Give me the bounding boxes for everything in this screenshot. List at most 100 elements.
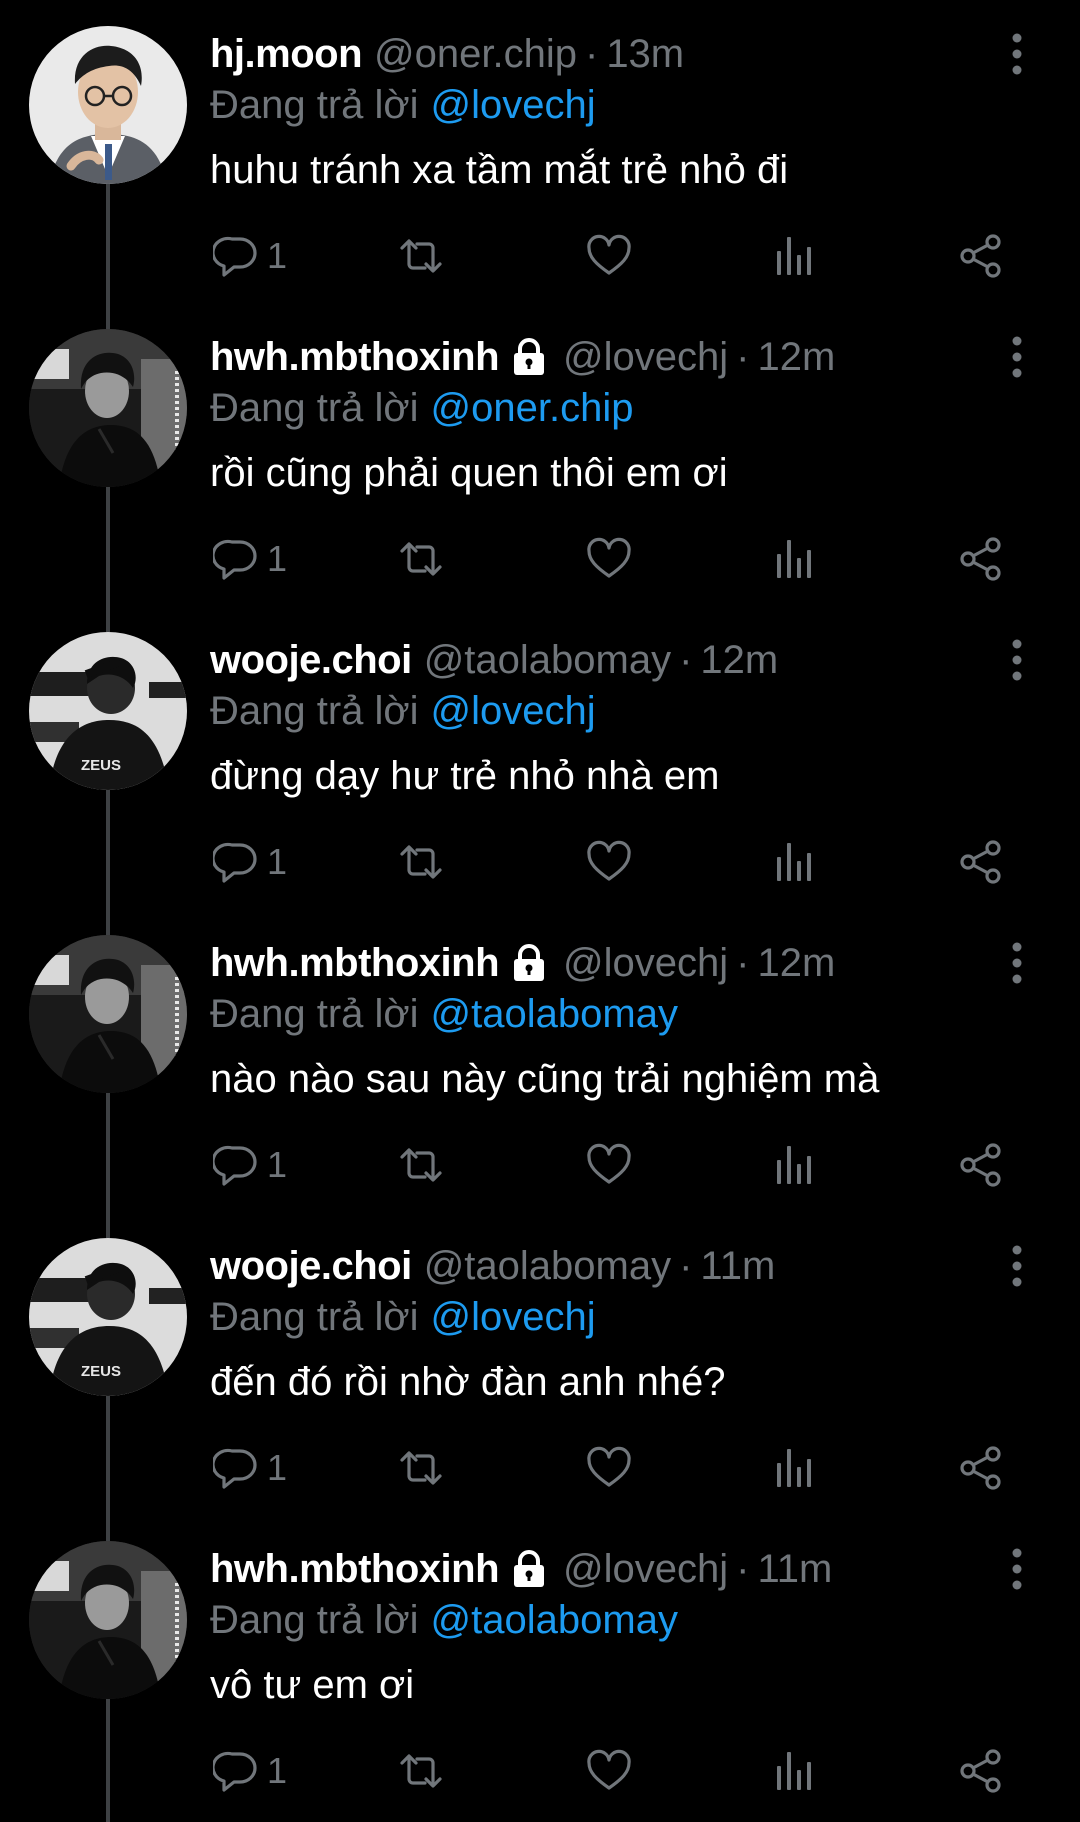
views-button[interactable] [772,1745,818,1797]
views-chart-icon [772,1142,818,1188]
reply-mention-link[interactable]: @taolabomay [431,992,678,1036]
retweet-button[interactable] [398,1442,444,1494]
user-handle[interactable]: @taolabomay [424,1240,671,1292]
share-button[interactable] [958,533,1004,585]
user-handle[interactable]: @lovechj [563,1543,728,1595]
tweet-6[interactable]: hwh.mbthoxinh @lovechj · 11m Đang trả lờ… [0,1515,1080,1818]
retweet-button[interactable] [398,1139,444,1191]
reply-bubble-icon [213,233,259,279]
more-vertical-icon[interactable] [1000,941,1034,985]
like-button[interactable] [586,1745,632,1797]
views-chart-icon [772,1748,818,1794]
timestamp[interactable]: 11m [757,1543,832,1595]
reply-button[interactable]: 1 [213,836,287,888]
reply-mention-link[interactable]: @lovechj [431,1295,596,1339]
user-handle[interactable]: @taolabomay [424,634,671,686]
heart-icon [586,1748,632,1794]
reply-mention-link[interactable]: @oner.chip [431,386,634,430]
share-button[interactable] [958,230,1004,282]
tweet-1[interactable]: hj.moon @oner.chip · 13m Đang trả lời @lo… [0,0,1080,303]
timestamp[interactable]: 13m [606,28,684,80]
like-button[interactable] [586,836,632,888]
more-vertical-icon[interactable] [1000,335,1034,379]
tweet-text: rồi cũng phải quen thôi em ơi [210,451,728,495]
reply-count: 1 [267,841,288,882]
display-name[interactable]: wooje.choi [210,1240,412,1292]
avatar-zeus-jersey[interactable]: ZEUS [29,632,187,790]
tweet-5[interactable]: ZEUS wooje.choi @taolabomay · 11m Đang t… [0,1212,1080,1515]
retweet-button[interactable] [398,230,444,282]
reply-count: 1 [267,1750,288,1791]
tweet-actions: 1 [0,533,1080,585]
timestamp[interactable]: 12m [700,634,778,686]
views-button[interactable] [772,533,818,585]
retweet-icon [398,1748,444,1794]
reply-mention-link[interactable]: @lovechj [431,83,596,127]
share-button[interactable] [958,1442,1004,1494]
avatar-zeus-jersey[interactable]: ZEUS [29,1238,187,1396]
reply-mention-link[interactable]: @lovechj [431,689,596,733]
retweet-button[interactable] [398,836,444,888]
lock-icon [509,943,549,983]
avatar-monochrome-player[interactable] [29,329,187,487]
reply-button[interactable]: 1 [213,1442,287,1494]
timestamp[interactable]: 12m [757,937,835,989]
retweet-icon [398,233,444,279]
tweet-text: đừng dạy hư trẻ nhỏ nhà em [210,754,720,798]
more-vertical-icon[interactable] [1000,1547,1034,1591]
share-button[interactable] [958,1745,1004,1797]
share-button[interactable] [958,1139,1004,1191]
display-name[interactable]: hwh.mbthoxinh [210,1543,500,1595]
heart-icon [586,839,632,885]
more-vertical-icon[interactable] [1000,1244,1034,1288]
more-vertical-icon[interactable] [1000,32,1034,76]
reply-button[interactable]: 1 [213,230,287,282]
avatar-monochrome-player[interactable] [29,1541,187,1699]
display-name[interactable]: hj.moon [210,28,363,80]
reply-count: 1 [267,538,288,579]
reply-button[interactable]: 1 [213,1139,287,1191]
heart-icon [586,1445,632,1491]
tweet-3[interactable]: ZEUS wooje.choi @taolabomay · 12m Đang t… [0,606,1080,909]
display-name[interactable]: wooje.choi [210,634,412,686]
avatar-monochrome-player[interactable] [29,935,187,1093]
display-name[interactable]: hwh.mbthoxinh [210,937,500,989]
retweet-icon [398,1142,444,1188]
tweet-header: hwh.mbthoxinh @lovechj · 12m [210,331,835,383]
reply-count: 1 [267,1144,288,1185]
tweet-2[interactable]: hwh.mbthoxinh @lovechj · 12m Đang trả lờ… [0,303,1080,606]
reply-mention-link[interactable]: @taolabomay [431,1598,678,1642]
views-chart-icon [772,536,818,582]
user-handle[interactable]: @lovechj [563,937,728,989]
retweet-button[interactable] [398,1745,444,1797]
retweet-icon [398,1445,444,1491]
timestamp[interactable]: 11m [700,1240,775,1292]
views-button[interactable] [772,1139,818,1191]
like-button[interactable] [586,1139,632,1191]
reply-count: 1 [267,235,288,276]
timestamp[interactable]: 12m [757,331,835,383]
separator-dot: · [679,638,693,682]
replying-to-label: Đang trả lời [210,83,419,127]
user-handle[interactable]: @lovechj [563,331,728,383]
user-handle[interactable]: @oner.chip [374,28,577,80]
more-vertical-icon[interactable] [1000,638,1034,682]
tweet-header: wooje.choi @taolabomay · 12m [210,634,778,686]
like-button[interactable] [586,230,632,282]
share-button[interactable] [958,836,1004,888]
views-button[interactable] [772,836,818,888]
reply-button[interactable]: 1 [213,1745,287,1797]
avatar-glasses-portrait[interactable] [29,26,187,184]
display-name[interactable]: hwh.mbthoxinh [210,331,500,383]
tweet-text: vô tư em ơi [210,1663,415,1707]
replying-to: Đang trả lời @taolabomay [210,988,678,1040]
tweet-4[interactable]: hwh.mbthoxinh @lovechj · 12m Đang trả lờ… [0,909,1080,1212]
retweet-button[interactable] [398,533,444,585]
retweet-icon [398,536,444,582]
share-icon [958,1748,1004,1794]
views-button[interactable] [772,230,818,282]
views-button[interactable] [772,1442,818,1494]
reply-button[interactable]: 1 [213,533,287,585]
like-button[interactable] [586,1442,632,1494]
like-button[interactable] [586,533,632,585]
